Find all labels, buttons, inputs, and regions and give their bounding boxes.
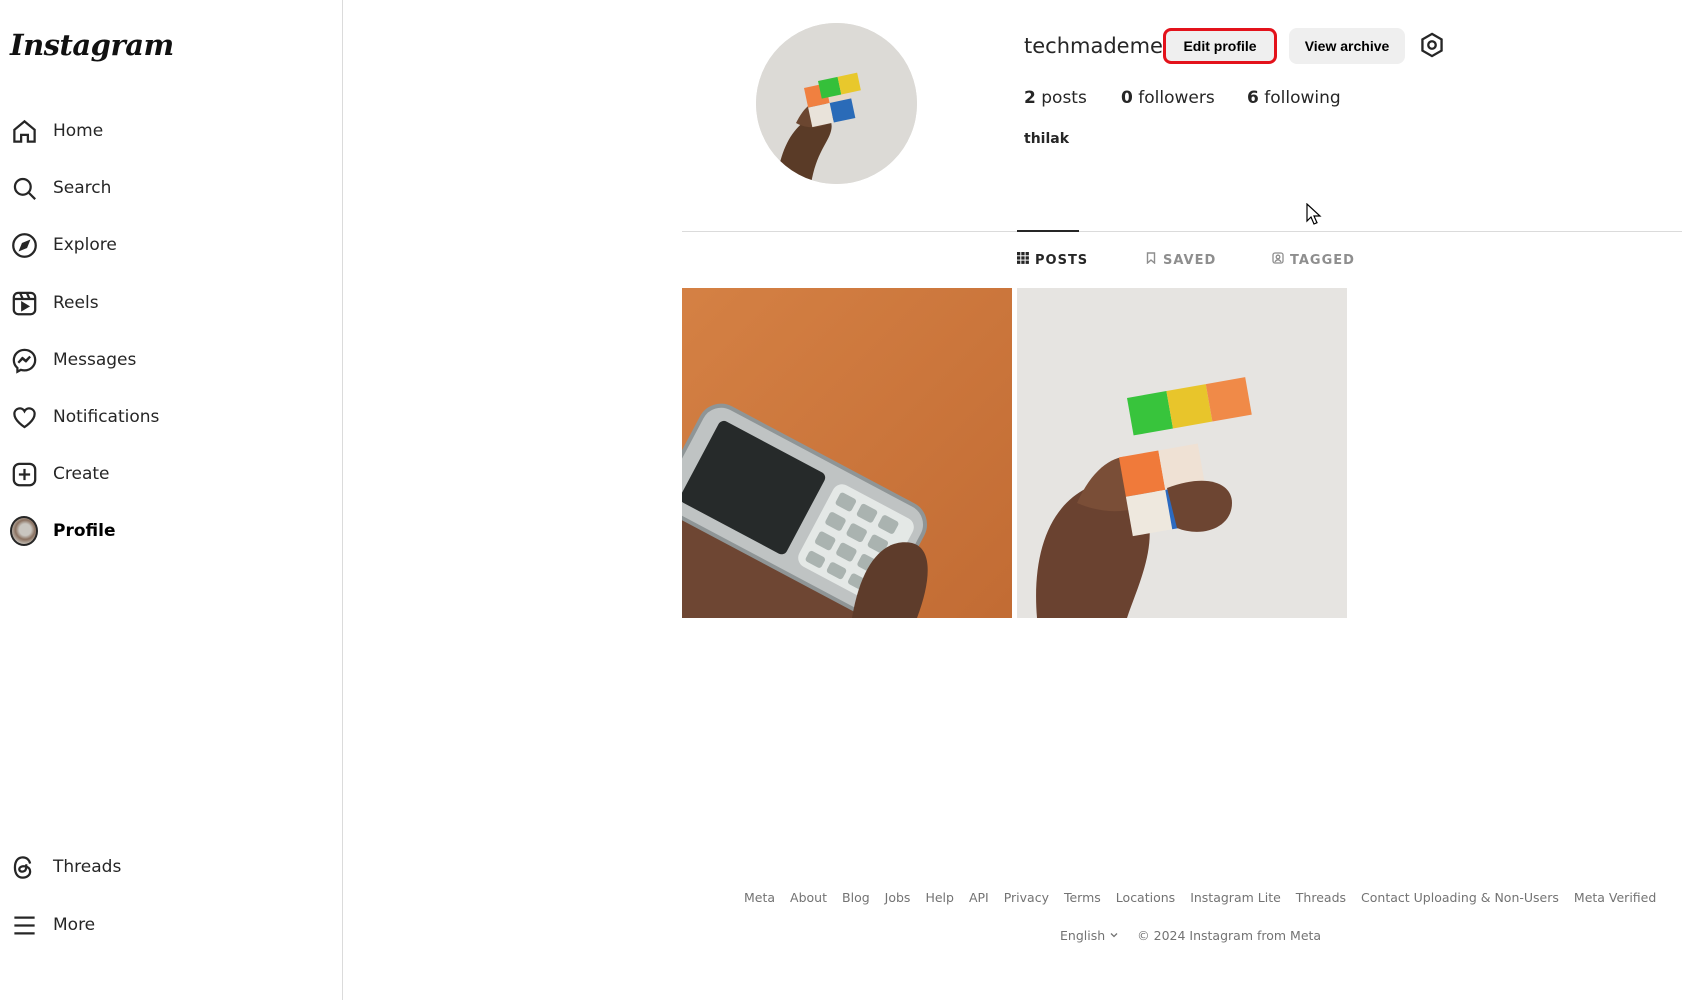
sidebar-item-threads[interactable]: Threads — [0, 843, 340, 891]
menu-icon — [10, 911, 38, 939]
edit-profile-button[interactable]: Edit profile — [1163, 28, 1277, 64]
sidebar-item-home[interactable]: Home — [0, 107, 340, 155]
footer-bottom: English © 2024 Instagram from Meta — [1060, 928, 1321, 943]
footer-links: Meta About Blog Jobs Help API Privacy Te… — [744, 890, 1656, 905]
sidebar-item-search[interactable]: Search — [0, 164, 340, 212]
sidebar-item-label: Threads — [53, 857, 122, 877]
profile-username: techmademe — [1024, 34, 1163, 58]
search-icon — [10, 174, 38, 202]
sidebar-item-label: Explore — [53, 235, 117, 255]
sidebar-item-label: Profile — [53, 521, 116, 541]
language-select[interactable]: English — [1060, 928, 1119, 943]
sidebar-item-label: Create — [53, 464, 110, 484]
sidebar-item-notifications[interactable]: Notifications — [0, 393, 340, 441]
gear-icon[interactable] — [1418, 31, 1446, 59]
post-thumbnail-cube[interactable] — [1017, 288, 1347, 618]
footer-link[interactable]: Contact Uploading & Non-Users — [1361, 890, 1559, 905]
posts-count: 2 posts — [1024, 88, 1087, 108]
grid-icon — [1017, 252, 1029, 268]
sidebar-item-label: Messages — [53, 350, 137, 370]
language-label: English — [1060, 928, 1106, 943]
profile-picture[interactable] — [756, 23, 917, 184]
tab-label: SAVED — [1163, 252, 1217, 268]
footer-link[interactable]: Meta Verified — [1574, 890, 1656, 905]
sidebar-item-label: Reels — [53, 293, 99, 313]
sidebar-item-messages[interactable]: Messages — [0, 336, 340, 384]
footer-link[interactable]: Locations — [1116, 890, 1175, 905]
footer-link[interactable]: About — [790, 890, 827, 905]
tab-label: TAGGED — [1290, 252, 1355, 268]
footer-link[interactable]: API — [969, 890, 989, 905]
compass-icon — [10, 231, 38, 259]
sidebar-item-profile[interactable]: Profile — [0, 507, 340, 555]
sidebar-item-label: Notifications — [53, 407, 160, 427]
sidebar-item-create[interactable]: Create — [0, 450, 340, 498]
sidebar-item-label: More — [53, 915, 96, 935]
post-thumbnail-phone[interactable] — [682, 288, 1012, 618]
footer-link[interactable]: Help — [925, 890, 954, 905]
view-archive-button[interactable]: View archive — [1289, 28, 1405, 64]
tabs-divider — [682, 231, 1682, 232]
footer-link[interactable]: Threads — [1296, 890, 1346, 905]
heart-icon — [10, 403, 38, 431]
sidebar-item-explore[interactable]: Explore — [0, 221, 340, 269]
footer-link[interactable]: Terms — [1064, 890, 1101, 905]
sidebar-item-reels[interactable]: Reels — [0, 279, 340, 327]
reels-icon — [10, 289, 38, 317]
sidebar-item-label: Search — [53, 178, 112, 198]
home-icon — [10, 117, 38, 145]
footer-link[interactable]: Meta — [744, 890, 775, 905]
copyright-text: © 2024 Instagram from Meta — [1137, 928, 1322, 943]
bookmark-icon — [1145, 252, 1157, 268]
footer-link[interactable]: Privacy — [1004, 890, 1049, 905]
followers-count[interactable]: 0 followers — [1121, 88, 1215, 108]
active-tab-indicator — [1017, 230, 1079, 232]
chevron-down-icon — [1109, 928, 1119, 943]
footer-link[interactable]: Jobs — [885, 890, 911, 905]
footer-link[interactable]: Instagram Lite — [1190, 890, 1281, 905]
messenger-icon — [10, 346, 38, 374]
following-count[interactable]: 6 following — [1247, 88, 1341, 108]
plus-square-icon — [10, 460, 38, 488]
sidebar-item-label: Home — [53, 121, 104, 141]
tab-label: POSTS — [1035, 252, 1089, 268]
footer-link[interactable]: Blog — [842, 890, 870, 905]
mouse-cursor-icon — [1306, 202, 1322, 225]
profile-full-name: thilak — [1024, 131, 1070, 147]
tab-tagged[interactable]: TAGGED — [1272, 252, 1355, 268]
sidebar: Instagram Home Search Explore Reels Mess… — [0, 0, 343, 1000]
tag-icon — [1272, 252, 1284, 268]
sidebar-item-more[interactable]: More — [0, 901, 340, 949]
instagram-logo[interactable]: Instagram — [10, 28, 174, 62]
avatar — [10, 516, 38, 546]
tab-saved[interactable]: SAVED — [1145, 252, 1216, 268]
tab-posts[interactable]: POSTS — [1017, 252, 1088, 268]
threads-icon — [10, 853, 38, 881]
